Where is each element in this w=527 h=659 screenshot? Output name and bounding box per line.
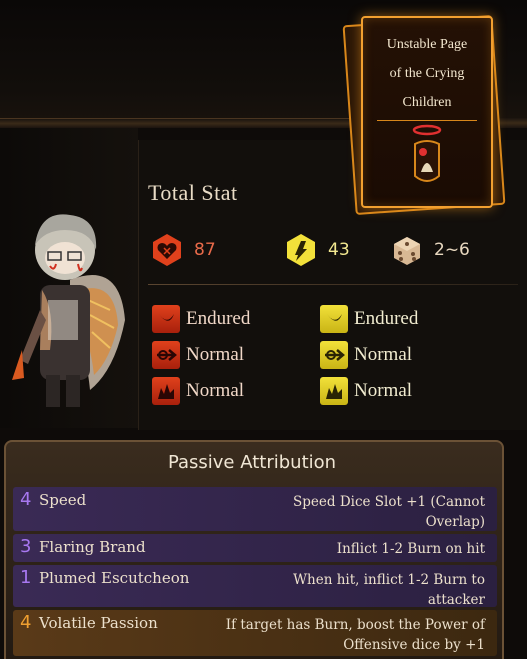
- stagger-shield-icon: [287, 234, 315, 266]
- hp-resist-blunt: Normal: [152, 374, 244, 408]
- total-stat-label: Total Stat: [148, 180, 238, 205]
- passive-item-flaring-brand[interactable]: 3 Flaring Brand Inflict 1-2 Burn on hit: [13, 534, 497, 562]
- header-divider: [0, 118, 372, 128]
- hp-stat: 87: [150, 232, 216, 268]
- crying-child-emblem-icon: [412, 124, 442, 182]
- passive-item-speed[interactable]: 4 Speed Speed Dice Slot +1 (Cannot Overl…: [13, 487, 497, 531]
- passive-desc: Speed Dice Slot +1 (Cannot Overlap): [293, 494, 485, 530]
- key-page-title-line1: Unstable Page: [386, 37, 468, 52]
- stat-divider: [148, 284, 518, 285]
- pierce-red-icon: [152, 341, 180, 369]
- hp-heart-icon: [153, 234, 181, 266]
- speed-value: 2~6: [434, 240, 470, 260]
- hp-resist-slash-label: Endured: [186, 308, 251, 329]
- key-page-title-line2: of the Crying: [389, 66, 465, 81]
- stagger-resist-slash-label: Endured: [354, 308, 419, 329]
- passive-cost: 3: [20, 536, 32, 557]
- hp-value: 87: [194, 240, 216, 260]
- hp-resist-pierce: Normal: [152, 338, 244, 372]
- hp-resist-pierce-label: Normal: [186, 344, 245, 365]
- passive-name: Speed: [39, 491, 87, 509]
- passive-cost: 1: [20, 567, 32, 588]
- speed-dice-icon: [394, 237, 420, 265]
- stagger-resist-blunt: Normal: [320, 374, 412, 408]
- key-page-rule: [377, 120, 477, 121]
- stagger-resist-blunt-label: Normal: [354, 380, 413, 401]
- stagger-resist-pierce-label: Normal: [354, 344, 413, 365]
- passive-name: Plumed Escutcheon: [39, 569, 190, 587]
- passive-cost: 4: [20, 612, 32, 633]
- passive-cost: 4: [20, 489, 32, 510]
- speed-stat: 2~6: [390, 232, 470, 268]
- passive-header: Passive Attribution: [167, 452, 337, 473]
- passive-name: Volatile Passion: [39, 614, 158, 632]
- stagger-value: 43: [328, 240, 350, 260]
- slash-yellow-icon: [320, 305, 348, 333]
- pierce-yellow-icon: [320, 341, 348, 369]
- hp-resist-blunt-label: Normal: [186, 380, 245, 401]
- passive-name: Flaring Brand: [39, 538, 146, 556]
- passive-desc: When hit, inflict 1-2 Burn to attacker: [293, 572, 485, 608]
- passive-item-volatile-passion[interactable]: 4 Volatile Passion If target has Burn, b…: [13, 610, 497, 656]
- key-page-title: Unstable Page of the Crying Children: [365, 30, 489, 117]
- blunt-yellow-icon: [320, 377, 348, 405]
- character-portrait: [12, 214, 125, 407]
- blunt-red-icon: [152, 377, 180, 405]
- key-page-card[interactable]: Unstable Page of the Crying Children: [342, 12, 506, 216]
- stagger-resist-slash: Endured: [320, 302, 418, 336]
- slash-red-icon: [152, 305, 180, 333]
- stagger-stat: 43: [284, 232, 350, 268]
- passive-desc: If target has Burn, boost the Power of O…: [225, 617, 485, 653]
- passive-item-plumed-escutcheon[interactable]: 1 Plumed Escutcheon When hit, inflict 1-…: [13, 565, 497, 608]
- hp-resist-slash: Endured: [152, 302, 250, 336]
- key-page-title-line3: Children: [402, 95, 452, 110]
- passive-desc: Inflict 1-2 Burn on hit: [336, 541, 485, 557]
- stagger-resist-pierce: Normal: [320, 338, 412, 372]
